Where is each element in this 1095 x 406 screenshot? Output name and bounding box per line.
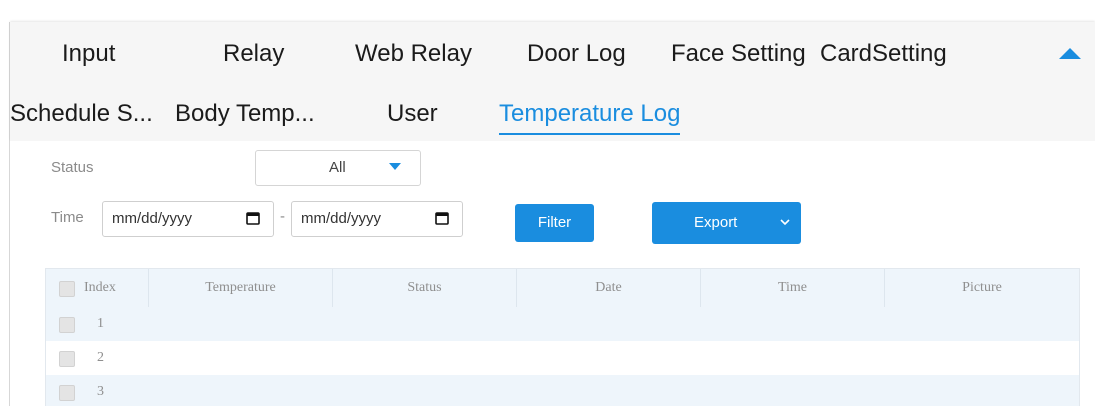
tab-user[interactable]: User [387, 93, 438, 135]
tab-body-temperature[interactable]: Body Temp... [175, 93, 315, 135]
tab-row-secondary: Schedule S... Body Temp... User Temperat… [10, 93, 1095, 135]
tab-face-setting[interactable]: Face Setting [671, 33, 806, 75]
tab-web-relay[interactable]: Web Relay [355, 33, 472, 75]
date-to-text: mm/dd/yyyy [301, 210, 382, 227]
export-button-label: Export [694, 214, 738, 231]
temperature-log-table: Index Temperature Status Date Time Pictu… [45, 268, 1080, 406]
table-row: 3 [46, 375, 1079, 406]
table-row: 1 [46, 307, 1079, 341]
caret-up-icon [1059, 48, 1081, 59]
row-index: 3 [97, 384, 104, 399]
export-button[interactable]: Export [652, 202, 801, 244]
row-checkbox[interactable] [59, 385, 75, 401]
date-from-input[interactable]: mm/dd/yyyy [102, 201, 274, 237]
row-index: 2 [97, 350, 104, 365]
column-index: Index [84, 280, 116, 295]
tab-card-setting[interactable]: CardSetting [820, 33, 947, 75]
caret-down-icon [389, 163, 401, 170]
status-select[interactable]: All [255, 150, 421, 186]
chevron-down-icon [780, 219, 790, 226]
log-content: Status All Time mm/dd/yyyy - mm/dd/yyyy … [10, 141, 1095, 406]
status-select-value: All [329, 159, 346, 176]
tab-bar: Input Relay Web Relay Door Log Face Sett… [10, 22, 1095, 141]
date-from-text: mm/dd/yyyy [112, 210, 193, 227]
column-date: Date [516, 269, 700, 307]
calendar-icon[interactable] [246, 211, 260, 225]
row-checkbox[interactable] [59, 351, 75, 367]
time-label: Time [51, 209, 84, 226]
tab-schedule[interactable]: Schedule S... [10, 93, 153, 135]
temperature-log-page: Input Relay Web Relay Door Log Face Sett… [0, 0, 1095, 406]
top-strip [0, 0, 1095, 22]
status-label: Status [51, 159, 94, 176]
date-range-separator: - [280, 208, 285, 225]
column-time: Time [700, 269, 884, 307]
date-to-input[interactable]: mm/dd/yyyy [291, 201, 463, 237]
tab-relay[interactable]: Relay [223, 33, 284, 75]
table-row: 2 [46, 341, 1079, 375]
column-status: Status [332, 269, 516, 307]
column-picture: Picture [884, 269, 1079, 307]
tab-door-log[interactable]: Door Log [527, 33, 626, 75]
tab-temperature-log[interactable]: Temperature Log [499, 93, 681, 135]
row-checkbox[interactable] [59, 317, 75, 333]
tab-temperature-log-label: Temperature Log [499, 100, 681, 127]
calendar-icon[interactable] [435, 211, 449, 225]
collapse-tabs-button[interactable] [1056, 40, 1084, 64]
filter-button[interactable]: Filter [515, 204, 594, 242]
column-temperature: Temperature [148, 269, 332, 307]
tab-row-primary: Input Relay Web Relay Door Log Face Sett… [10, 33, 1095, 75]
row-index: 1 [97, 316, 104, 331]
active-tab-underline [499, 133, 681, 135]
tab-input[interactable]: Input [62, 33, 115, 75]
select-all-checkbox[interactable] [59, 281, 75, 297]
table-header: Index Temperature Status Date Time Pictu… [46, 269, 1079, 307]
